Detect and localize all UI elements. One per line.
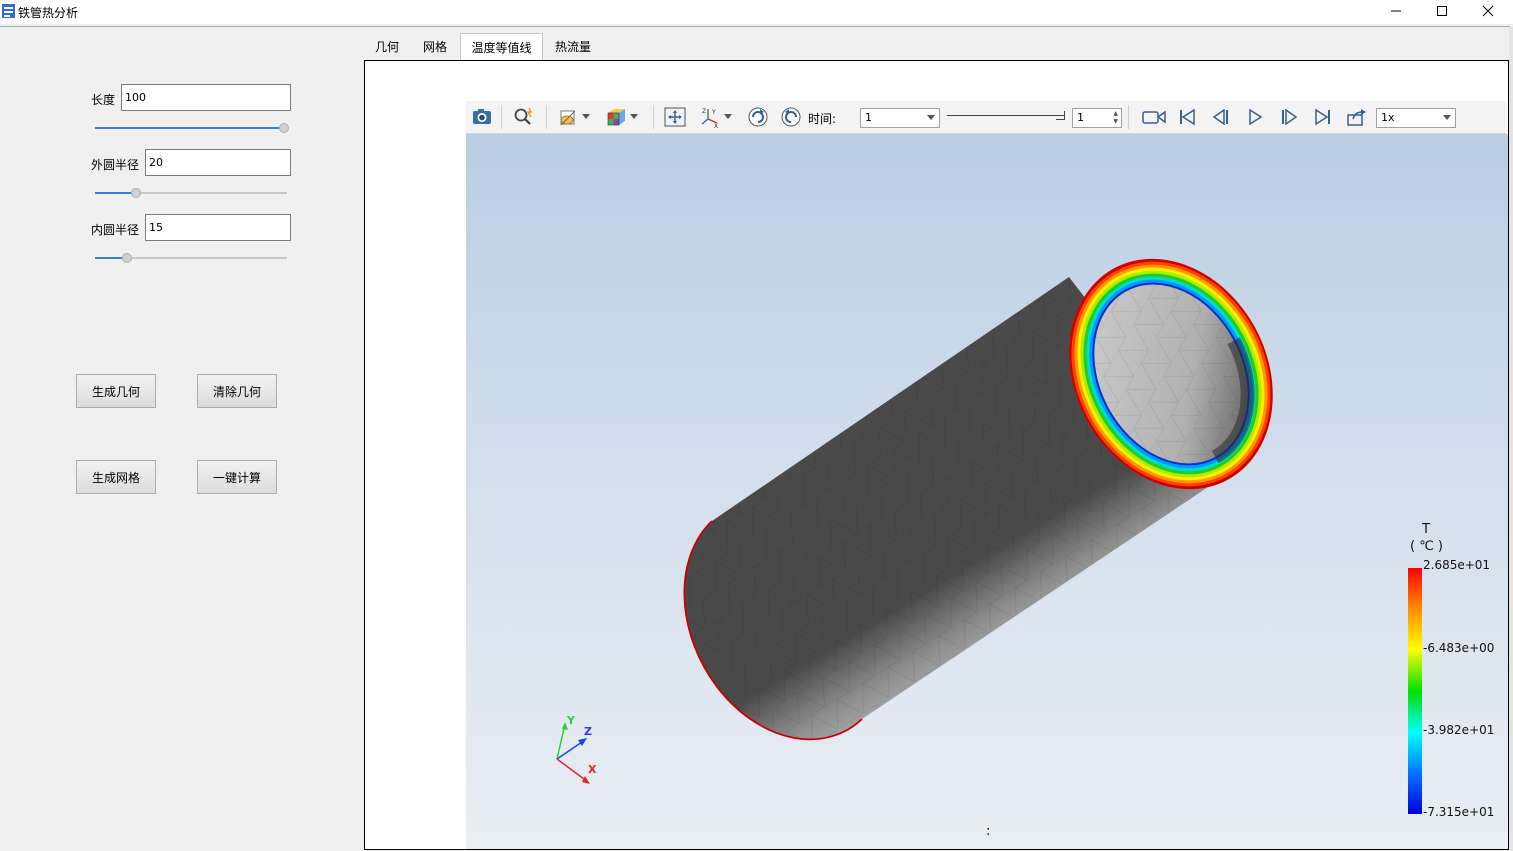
outer-radius-slider[interactable]	[95, 188, 287, 198]
compute-button[interactable]: 一键计算	[197, 460, 277, 494]
inner-radius-slider-handle[interactable]	[122, 253, 133, 263]
speed-combo-value: 1x	[1381, 111, 1395, 124]
3d-viewport[interactable]: Y Z X T ( ℃ ) 2.685e+01 -6.483e+00 -3.98…	[466, 134, 1508, 849]
close-button[interactable]	[1465, 0, 1511, 22]
length-input[interactable]	[121, 84, 291, 111]
first-frame-icon[interactable]	[1176, 106, 1198, 128]
export-icon[interactable]	[1346, 106, 1368, 128]
maximize-button[interactable]	[1419, 0, 1465, 22]
next-frame-icon[interactable]	[1278, 106, 1300, 128]
app-icon	[2, 4, 15, 18]
length-label: 长度	[91, 93, 116, 107]
triad-y-label: Y	[567, 714, 575, 727]
window-title: 铁管热分析	[18, 6, 79, 20]
axes-dropdown-icon[interactable]	[722, 106, 734, 128]
step-spinbox[interactable]: 1 ▲ ▼	[1072, 108, 1122, 128]
minimize-button[interactable]	[1373, 0, 1419, 22]
pipe-render	[556, 258, 1422, 814]
inner-radius-slider[interactable]	[95, 253, 287, 263]
record-video-icon[interactable]	[1141, 106, 1167, 128]
display-mode-icon[interactable]	[558, 106, 580, 128]
viewer-toolbar: ZY X 时间: 1 1 ▲ ▼ 1x	[466, 101, 1506, 134]
legend-mid-high: -6.483e+00	[1423, 641, 1495, 655]
chevron-down-icon	[927, 115, 935, 120]
speed-combo[interactable]: 1x	[1376, 108, 1456, 128]
outer-radius-slider-handle[interactable]	[131, 188, 142, 198]
legend-unit: ( ℃ )	[1410, 539, 1444, 554]
prev-frame-icon[interactable]	[1210, 106, 1232, 128]
svg-text:Z: Z	[702, 108, 706, 115]
colormap-dropdown-icon[interactable]	[628, 106, 640, 128]
status-mark: :	[986, 824, 991, 839]
inner-radius-input[interactable]	[145, 214, 291, 241]
legend-color-bar	[1408, 568, 1422, 814]
step-spinbox-value: 1	[1077, 111, 1084, 124]
length-slider[interactable]	[95, 123, 289, 133]
triad-z-label: Z	[584, 725, 592, 738]
display-mode-dropdown-icon[interactable]	[580, 106, 592, 128]
generate-mesh-button[interactable]: 生成网格	[76, 460, 156, 494]
svg-text:X: X	[714, 123, 718, 128]
maximize-icon	[1437, 6, 1447, 16]
chevron-down-icon	[1443, 115, 1451, 120]
tab-temperature-contour[interactable]: 温度等值线	[460, 33, 543, 60]
triad-x-label: X	[588, 763, 597, 776]
svg-text:Y: Y	[711, 109, 716, 116]
title-bar: 铁管热分析	[0, 0, 1513, 24]
tab-mesh[interactable]: 网格	[416, 33, 454, 60]
tab-geometry[interactable]: 几何	[368, 33, 406, 60]
length-slider-handle[interactable]	[279, 123, 289, 133]
colormap-cube-icon[interactable]	[605, 106, 627, 128]
time-slider[interactable]	[947, 111, 1065, 120]
rotate-cw-icon[interactable]	[747, 106, 769, 128]
outer-radius-label: 外圆半径	[91, 158, 140, 172]
clear-geometry-button[interactable]: 清除几何	[197, 374, 277, 408]
inner-radius-label: 内圆半径	[91, 223, 140, 237]
outer-radius-input[interactable]	[145, 149, 291, 176]
camera-icon[interactable]	[471, 106, 493, 128]
time-combo-value: 1	[865, 111, 872, 124]
play-icon[interactable]	[1244, 106, 1266, 128]
legend-mid-low: -3.982e+01	[1423, 723, 1495, 737]
legend-max: 2.685e+01	[1423, 558, 1491, 572]
spin-arrows-icon[interactable]: ▲ ▼	[1113, 110, 1118, 126]
last-frame-icon[interactable]	[1312, 106, 1334, 128]
time-combo[interactable]: 1	[860, 108, 940, 128]
time-slider-handle[interactable]	[1056, 111, 1065, 120]
fit-view-icon[interactable]	[664, 106, 686, 128]
rotate-ccw-icon[interactable]	[780, 106, 802, 128]
time-label: 时间:	[808, 112, 837, 126]
legend-min: -7.315e+01	[1423, 805, 1495, 819]
window-edge	[1509, 27, 1513, 851]
axes-icon[interactable]: ZY X	[699, 106, 721, 128]
tab-heat-flux[interactable]: 热流量	[548, 33, 598, 60]
close-icon	[1482, 5, 1494, 17]
minimize-icon	[1391, 10, 1401, 12]
title-divider	[0, 26, 1510, 27]
zoom-icon[interactable]	[513, 106, 535, 128]
legend-title: T	[1422, 522, 1430, 537]
generate-geometry-button[interactable]: 生成几何	[76, 374, 156, 408]
